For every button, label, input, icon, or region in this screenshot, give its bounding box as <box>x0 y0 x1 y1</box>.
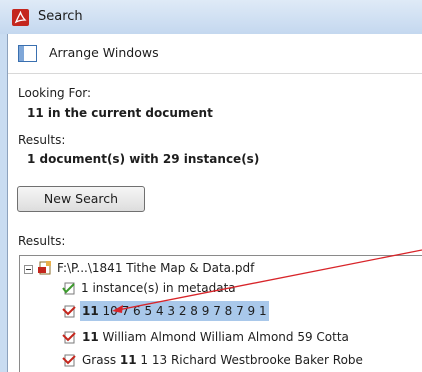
search-window: Search Arrange Windows Looking For: 11 i… <box>0 0 422 372</box>
annotation-arrow <box>112 249 422 313</box>
